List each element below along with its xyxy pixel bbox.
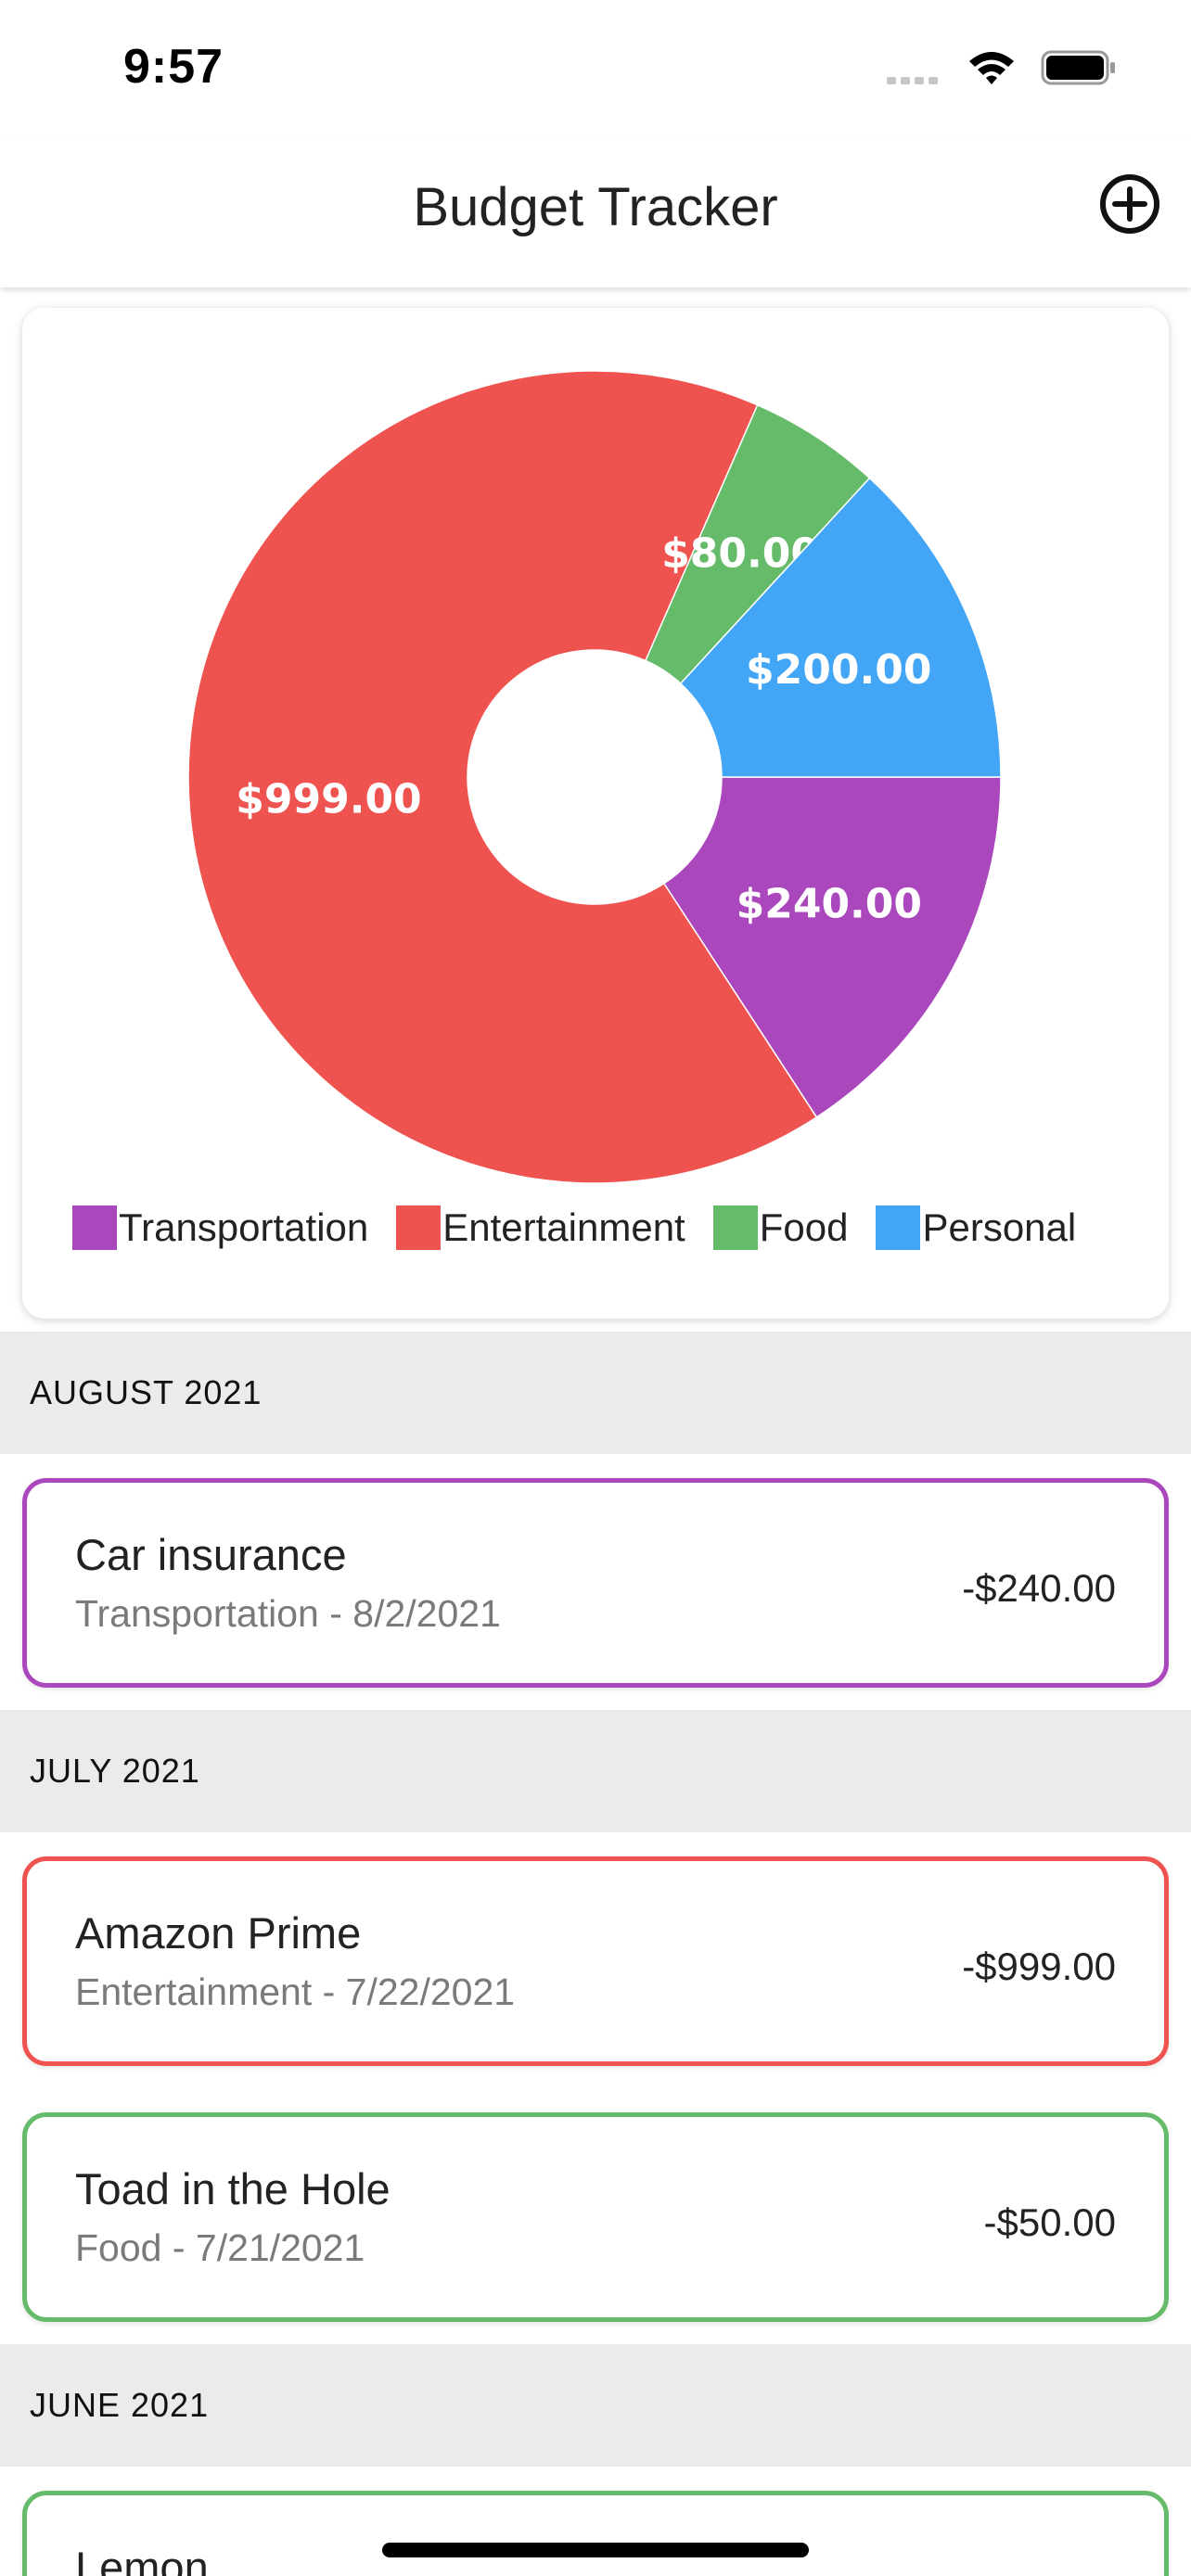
transaction-amount: -$50.00 <box>983 2200 1116 2244</box>
section-title: JULY 2021 <box>30 1752 200 1790</box>
transaction-amount: -$240.00 <box>962 1566 1116 1610</box>
donut-chart: $240.00$999.00$80.00$200.00 <box>187 370 1002 1184</box>
section-title: AUGUST 2021 <box>30 1373 263 1411</box>
chart-legend: Transportation Entertainment Food Person… <box>72 1204 1104 1252</box>
home-indicator[interactable] <box>382 2543 809 2557</box>
legend-item-personal: Personal <box>876 1205 1076 1250</box>
legend-label: Personal <box>922 1205 1077 1249</box>
section-title: JUNE 2021 <box>30 2386 210 2424</box>
content-list[interactable]: $240.00 $999.00 $80.00 $200.00 Transportati… <box>0 287 1191 2576</box>
add-circle-icon[interactable] <box>1096 171 1163 237</box>
section-header-august-2021: AUGUST 2021 <box>0 1332 1191 1454</box>
legend-item-transportation: Transportation <box>72 1205 368 1250</box>
legend-label: Transportation <box>119 1205 369 1249</box>
legend-label: Entertainment <box>442 1205 685 1249</box>
status-icons <box>885 45 1117 91</box>
transaction-category-date: Food - 7/21/2021 <box>75 2226 365 2269</box>
slice-value-label-entertainment: $999.00 <box>236 775 421 823</box>
transaction-card[interactable]: Amazon Prime Entertainment - 7/22/2021 -… <box>22 1856 1169 2066</box>
transaction-card[interactable]: Toad in the Hole Food - 7/21/2021 -$50.0… <box>22 2112 1169 2322</box>
section-header-july-2021: JULY 2021 <box>0 1710 1191 1832</box>
legend-label: Food <box>759 1205 849 1249</box>
legend-swatch <box>396 1205 442 1250</box>
status-time: 9:57 <box>123 40 224 94</box>
transaction-name: Toad in the Hole <box>75 2164 391 2213</box>
slice-value-label-personal: $200.00 <box>746 646 931 694</box>
transaction-name: Amazon Prime <box>75 1908 362 1958</box>
legend-swatch <box>876 1205 921 1250</box>
screen: 9:57 Budget Tracker $240.00 $999.00 $80.… <box>0 0 1191 2576</box>
wifi-icon <box>969 52 1014 84</box>
legend-item-food: Food <box>712 1205 849 1250</box>
page-title: Budget Tracker <box>413 177 778 237</box>
cellular-signal-icon <box>887 77 938 84</box>
status-bar: 9:57 <box>0 0 1191 139</box>
legend-swatch <box>712 1205 758 1250</box>
section-header-june-2021: JUNE 2021 <box>0 2344 1191 2467</box>
transaction-name: Car insurance <box>75 1530 347 1579</box>
legend-swatch <box>72 1205 117 1250</box>
transaction-card[interactable]: Lemon <box>22 2491 1169 2576</box>
transaction-name: Lemon <box>75 2543 209 2576</box>
transaction-category-date: Entertainment - 7/22/2021 <box>75 1970 516 2013</box>
transaction-card[interactable]: Car insurance Transportation - 8/2/2021 … <box>22 1478 1169 1688</box>
legend-item-entertainment: Entertainment <box>396 1205 685 1250</box>
spending-chart-card: $240.00 $999.00 $80.00 $200.00 Transportati… <box>22 308 1169 1319</box>
transaction-amount: -$999.00 <box>962 1945 1116 1988</box>
app-bar: Budget Tracker <box>0 139 1191 287</box>
transaction-category-date: Transportation - 8/2/2021 <box>75 1592 501 1635</box>
battery-icon <box>1041 50 1115 85</box>
slice-value-label-transportation: $240.00 <box>736 880 922 927</box>
